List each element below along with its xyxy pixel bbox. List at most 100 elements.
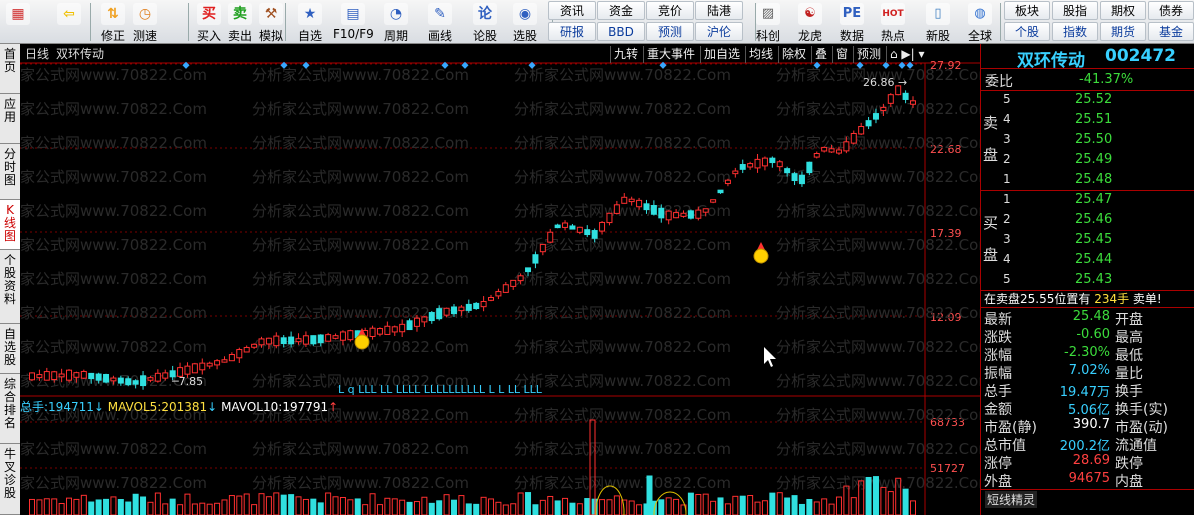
kline-svg[interactable]: 27.9222.6817.3912.096873351727分析家公式网www.…	[20, 44, 980, 515]
tab-沪伦[interactable]: 沪伦	[695, 22, 743, 41]
candle-body	[295, 338, 302, 343]
candle-body	[436, 308, 443, 320]
画线-toolbar-button[interactable]: ✎ 画线	[420, 0, 460, 44]
back-arrow-icon-toolbar-button[interactable]: ⇦	[52, 0, 86, 44]
tab-研报[interactable]: 研报	[548, 22, 596, 41]
candle-body	[288, 336, 295, 345]
buy-level-price[interactable]: 25.45	[1075, 232, 1112, 247]
watermark-text: 分析家公式网www.70822.Com	[776, 338, 980, 356]
F10/F9-toolbar-button[interactable]: ▤ F10/F9	[333, 0, 374, 44]
自选-toolbar-button[interactable]: ★ 自选	[290, 0, 330, 44]
tab-资讯[interactable]: 资讯	[548, 1, 596, 20]
数据-toolbar-button[interactable]: PE 数据	[832, 0, 872, 44]
tab-资金[interactable]: 资金	[597, 1, 645, 20]
side-tab-分时图[interactable]: 分时图	[0, 144, 20, 200]
candle-body	[769, 157, 776, 164]
candle-body	[421, 316, 428, 323]
volume-bar	[769, 492, 776, 515]
candle-body	[872, 113, 879, 120]
sell-level-price[interactable]: 25.48	[1075, 172, 1112, 187]
side-tab-个股资料[interactable]: 个股资料	[0, 250, 20, 324]
chart-tab-除权[interactable]: 除权	[778, 46, 809, 63]
short-term-wizard-tab[interactable]: 短线精灵	[985, 491, 1038, 508]
tab-基金[interactable]: 基金	[1148, 22, 1194, 41]
volume-bar	[517, 492, 524, 515]
toolbar-button-label: 数据	[839, 29, 864, 43]
candle-body	[325, 334, 332, 342]
side-tab-牛叉诊股[interactable]: 牛叉诊股	[0, 444, 20, 515]
stat-value: 94675	[1068, 471, 1110, 486]
candle-body	[251, 343, 258, 348]
side-tab-自选股[interactable]: 自选股	[0, 324, 20, 374]
tab-预测[interactable]: 预测	[646, 22, 694, 41]
修正-toolbar-button[interactable]: ⇅ 修正	[98, 0, 128, 44]
side-tab-综合排名[interactable]: 综合排名	[0, 374, 20, 444]
volume-bar	[628, 500, 635, 515]
kline-chart-panel[interactable]: 27.9222.6817.3912.096873351727分析家公式网www.…	[20, 44, 980, 515]
chart-tools-icon[interactable]: ⌂ ▶| ▾	[886, 46, 928, 63]
candle-body	[569, 225, 576, 230]
candle-body	[584, 229, 591, 236]
tab-BBD[interactable]: BBD	[597, 22, 645, 41]
论股-toolbar-button[interactable]: 论论股	[467, 0, 503, 44]
candle-body	[806, 161, 813, 174]
卖出-toolbar-button[interactable]: 卖卖出	[225, 0, 255, 44]
chart-tab-均线[interactable]: 均线	[745, 46, 776, 63]
volume-bar	[302, 498, 309, 515]
chart-tab-预测[interactable]: 预测	[853, 46, 884, 63]
chart-tab-重大事件[interactable]: 重大事件	[643, 46, 698, 63]
buy-level-price[interactable]: 25.44	[1075, 252, 1112, 267]
tab-股指[interactable]: 股指	[1052, 1, 1098, 20]
watermark-text: 分析家公式网www.70822.Com	[514, 236, 731, 254]
tab-陆港[interactable]: 陆港	[695, 1, 743, 20]
candle-body	[525, 267, 532, 273]
tab-个股[interactable]: 个股	[1004, 22, 1050, 41]
candle-body	[517, 275, 524, 282]
volume-bar	[813, 501, 820, 515]
watermark-text: 分析家公式网www.70822.Com	[514, 134, 731, 152]
main-toolbar: ▦ ⇦ ⇅ 修正 ◷ 测速买买入卖卖出 ⚒ 模拟 ★ 自选 ▤ F10/F9 ◔ 周期 ✎ 画线论论股 ◉ 选股资…	[0, 0, 1194, 44]
热点-toolbar-button[interactable]: HOT 热点	[873, 0, 913, 44]
买入-toolbar-button[interactable]: 买买入	[194, 0, 224, 44]
tab-期权[interactable]: 期权	[1100, 1, 1146, 20]
candle-body	[828, 148, 835, 153]
tab-期货[interactable]: 期货	[1100, 22, 1146, 41]
tab-债券[interactable]: 债券	[1148, 1, 1194, 20]
测速-toolbar-button[interactable]: ◷ 测速	[128, 0, 162, 44]
smiley-signal-icon	[354, 334, 370, 350]
buy-level-price[interactable]: 25.43	[1075, 272, 1112, 287]
龙虎-toolbar-button[interactable]: ☯ 龙虎	[790, 0, 830, 44]
home-grid-icon-toolbar-button[interactable]: ▦	[3, 0, 33, 44]
volume-bar	[569, 502, 576, 515]
candle-body	[613, 204, 620, 214]
buy-level-price[interactable]: 25.46	[1075, 212, 1112, 227]
side-tab-首页[interactable]: 首页	[0, 44, 20, 94]
toolbar-button-label: 修正	[100, 29, 125, 43]
candle-body	[214, 360, 221, 366]
tab-竞价[interactable]: 竞价	[646, 1, 694, 20]
stat-label: 总手	[984, 384, 1012, 400]
sell-level-price[interactable]: 25.51	[1075, 112, 1112, 127]
candle-body	[58, 373, 65, 378]
sell-level-price[interactable]: 25.49	[1075, 152, 1112, 167]
side-tab-应用[interactable]: 应用	[0, 94, 20, 144]
sell-level-price[interactable]: 25.52	[1075, 92, 1112, 107]
buy-level-price[interactable]: 25.47	[1075, 192, 1112, 207]
buy-side-label: 买	[983, 214, 999, 232]
科创-toolbar-button[interactable]: ▨ 科创	[748, 0, 788, 44]
chart-tab-加自选[interactable]: 加自选	[700, 46, 743, 63]
选股-toolbar-button[interactable]: ◉ 选股	[506, 0, 544, 44]
周期-toolbar-button[interactable]: ◔ 周期	[378, 0, 414, 44]
tab-指数[interactable]: 指数	[1052, 22, 1098, 41]
chart-tab-九转[interactable]: 九转	[610, 46, 641, 63]
sell-side-label: 卖	[983, 114, 999, 132]
sell-level-price[interactable]: 25.50	[1075, 132, 1112, 147]
模拟-toolbar-button[interactable]: ⚒ 模拟	[256, 0, 286, 44]
sell-icon: 卖	[228, 3, 252, 25]
chart-tab-叠[interactable]: 叠	[811, 46, 830, 63]
全球-toolbar-button[interactable]: ◍ 全球	[960, 0, 1000, 44]
tab-板块[interactable]: 板块	[1004, 1, 1050, 20]
chart-tab-窗[interactable]: 窗	[832, 46, 851, 63]
新股-toolbar-button[interactable]: ▯ 新股	[918, 0, 958, 44]
side-tab-K线图[interactable]: K线图	[0, 200, 20, 250]
